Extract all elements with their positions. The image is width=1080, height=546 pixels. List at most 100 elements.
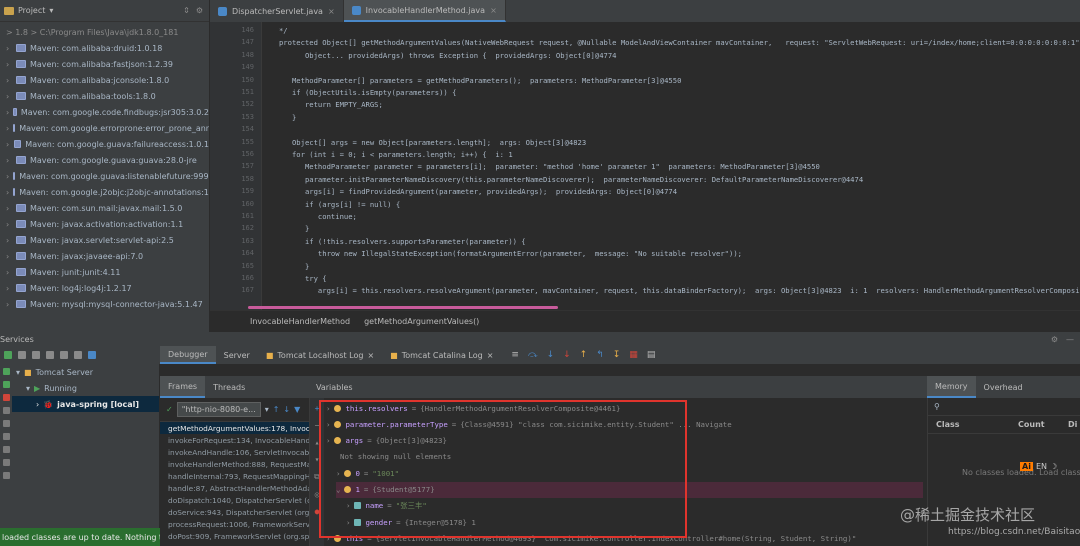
chevron-right-icon[interactable]: › bbox=[6, 252, 12, 261]
frame-item[interactable]: getMethodArgumentValues:178, InvocableH bbox=[160, 422, 309, 434]
tab-tomcat-catalina-log[interactable]: ■ Tomcat Catalina Log × bbox=[382, 346, 501, 364]
list-item[interactable]: > 1.8 > C:\Program Files\Java\jdk1.8.0_1… bbox=[0, 24, 209, 40]
chevron-right-icon[interactable]: › bbox=[6, 236, 12, 245]
project-header[interactable]: Project ▾ ⇕ ⚙ bbox=[0, 0, 209, 22]
step-into-icon[interactable]: ↓ bbox=[547, 350, 555, 360]
minimize-icon[interactable]: — bbox=[1066, 335, 1074, 344]
frame-item[interactable]: invokeHandlerMethod:888, RequestMa bbox=[160, 458, 309, 470]
frame-item[interactable]: processRequest:1006, FrameworkServlet bbox=[160, 518, 309, 530]
horizontal-scrollbar[interactable] bbox=[248, 306, 558, 309]
list-item[interactable]: › Maven: com.sun.mail:javax.mail:1.5.0 bbox=[0, 200, 209, 216]
breadcrumb-method[interactable]: getMethodArgumentValues() bbox=[364, 317, 479, 326]
list-item[interactable]: › Maven: junit:junit:4.11 bbox=[0, 264, 209, 280]
settings-icon[interactable] bbox=[2, 420, 10, 427]
list-item[interactable]: › Maven: javax.servlet:servlet-api:2.5 bbox=[0, 232, 209, 248]
gear-icon[interactable]: ⚙ bbox=[1051, 335, 1058, 344]
tab-memory[interactable]: Memory bbox=[927, 376, 976, 398]
list-item[interactable]: › Maven: javax.activation:activation:1.1 bbox=[0, 216, 209, 232]
run-to-cursor-icon[interactable]: ↧ bbox=[613, 350, 621, 360]
chevron-right-icon[interactable]: › bbox=[6, 140, 10, 149]
list-item[interactable]: › Maven: com.google.guava:failureaccess:1… bbox=[0, 136, 209, 152]
frame-item[interactable]: doDispatch:1040, DispatcherServlet (org bbox=[160, 494, 309, 506]
breadcrumb-class[interactable]: InvocableHandlerMethod bbox=[250, 317, 350, 326]
list-item[interactable]: › Maven: mysql:mysql-connector-java:5.1.4… bbox=[0, 296, 209, 312]
step-over-icon[interactable]: ⤼ bbox=[528, 350, 538, 360]
list-item[interactable]: › Maven: log4j:log4j:1.2.17 bbox=[0, 280, 209, 296]
chevron-right-icon[interactable]: › bbox=[6, 124, 9, 133]
close-icon[interactable]: × bbox=[328, 7, 335, 16]
chevron-right-icon[interactable]: › bbox=[36, 400, 39, 409]
chevron-right-icon[interactable]: › bbox=[6, 188, 9, 197]
list-item[interactable]: › Maven: com.google.guava:listenablefutur… bbox=[0, 168, 209, 184]
chevron-right-icon[interactable]: › bbox=[6, 204, 12, 213]
tab-tomcat-localhost-log[interactable]: ■ Tomcat Localhost Log × bbox=[258, 346, 382, 364]
list-item[interactable]: › Maven: com.alibaba:druid:1.0.18 bbox=[0, 40, 209, 56]
arrow-up-icon[interactable]: ↑ bbox=[273, 405, 280, 414]
tab-debugger[interactable]: Debugger bbox=[160, 346, 216, 364]
add-icon[interactable] bbox=[88, 351, 96, 359]
pin-tab-icon[interactable] bbox=[2, 472, 10, 479]
close-icon[interactable]: × bbox=[487, 351, 494, 360]
chevron-right-icon[interactable]: › bbox=[6, 300, 12, 309]
list-icon[interactable]: ≡ bbox=[511, 350, 519, 360]
evaluate-icon[interactable]: ▦ bbox=[629, 350, 638, 360]
pin-icon[interactable] bbox=[2, 433, 10, 440]
collapse-icon[interactable]: ⇕ bbox=[183, 6, 190, 15]
column-count[interactable]: Count bbox=[1018, 420, 1068, 429]
chevron-down-icon[interactable]: ▾ bbox=[49, 6, 53, 15]
chevron-down-icon[interactable]: ▾ bbox=[265, 405, 269, 414]
filter-icon[interactable]: ▼ bbox=[294, 405, 300, 414]
layout-icon[interactable] bbox=[2, 459, 10, 466]
group-icon[interactable] bbox=[46, 351, 54, 359]
chevron-right-icon[interactable]: › bbox=[6, 284, 12, 293]
filter-icon[interactable] bbox=[60, 351, 68, 359]
frame-item[interactable]: handle:87, AbstractHandlerMethodAdap bbox=[160, 482, 309, 494]
list-item[interactable]: › Maven: com.google.code.findbugs:jsr305:… bbox=[0, 104, 209, 120]
force-step-into-icon[interactable]: ↓ bbox=[563, 350, 571, 360]
tab-frames[interactable]: Frames bbox=[160, 376, 206, 398]
tab-threads[interactable]: Threads bbox=[205, 376, 253, 398]
list-item[interactable]: › Maven: com.google.guava:guava:28.0-jre bbox=[0, 152, 209, 168]
chevron-right-icon[interactable]: › bbox=[6, 172, 9, 181]
column-class[interactable]: Class bbox=[928, 420, 1018, 429]
tab-invocable-handler-method[interactable]: InvocableHandlerMethod.java × bbox=[343, 0, 506, 22]
chevron-right-icon[interactable]: › bbox=[6, 44, 12, 53]
frame-item[interactable]: handleInternal:793, RequestMappingHa bbox=[160, 470, 309, 482]
collapse-icon[interactable] bbox=[32, 351, 40, 359]
debug-icon[interactable] bbox=[2, 381, 10, 388]
drop-frame-icon[interactable]: ↰ bbox=[596, 350, 604, 360]
close-icon[interactable]: × bbox=[490, 6, 497, 15]
frame-item[interactable]: doService:943, DispatcherServlet (org.sp bbox=[160, 506, 309, 518]
list-item[interactable]: › Maven: com.alibaba:tools:1.8.0 bbox=[0, 88, 209, 104]
list-item[interactable]: › Maven: com.google.errorprone:error_pron… bbox=[0, 120, 209, 136]
list-item[interactable]: › Maven: com.alibaba:jconsole:1.8.0 bbox=[0, 72, 209, 88]
step-out-icon[interactable]: ↑ bbox=[580, 350, 588, 360]
list-item[interactable]: › Maven: javax:javaee-api:7.0 bbox=[0, 248, 209, 264]
camera-icon[interactable] bbox=[2, 446, 10, 453]
list-item[interactable]: › Maven: com.alibaba:fastjson:1.2.39 bbox=[0, 56, 209, 72]
stop-icon[interactable] bbox=[2, 394, 10, 401]
expand-icon[interactable] bbox=[18, 351, 26, 359]
code-editor[interactable]: 146 147 148 149 150 151 152 153 154 155 156 157 158 1… bbox=[210, 22, 1080, 310]
memory-search[interactable]: ⚲ bbox=[928, 398, 1080, 416]
arrow-down-icon[interactable]: ↓ bbox=[283, 405, 290, 414]
tab-server[interactable]: Server bbox=[216, 346, 258, 364]
chevron-right-icon[interactable]: › bbox=[6, 60, 12, 69]
deploy-icon[interactable] bbox=[2, 407, 10, 414]
frame-item[interactable]: doPost:909, FrameworkServlet (org.spri bbox=[160, 530, 309, 542]
more-icon[interactable]: ▤ bbox=[647, 350, 656, 360]
chevron-right-icon[interactable]: › bbox=[6, 268, 12, 277]
thread-select[interactable]: "http-nio-8080-e... bbox=[176, 402, 261, 417]
tab-overhead[interactable]: Overhead bbox=[976, 376, 1031, 398]
tree-node-running[interactable]: ▾ ▶ Running bbox=[12, 380, 159, 396]
chevron-right-icon[interactable]: › bbox=[6, 76, 12, 85]
open-icon[interactable] bbox=[74, 351, 82, 359]
chevron-right-icon[interactable]: › bbox=[6, 92, 12, 101]
column-diff[interactable]: Di bbox=[1068, 420, 1077, 429]
close-icon[interactable]: × bbox=[367, 351, 374, 360]
tab-dispatcher-servlet[interactable]: DispatcherServlet.java × bbox=[210, 0, 344, 22]
chevron-right-icon[interactable]: › bbox=[6, 156, 12, 165]
frame-item[interactable]: invokeForRequest:134, InvocableHandle bbox=[160, 434, 309, 446]
frame-item[interactable]: invokeAndHandle:106, ServletInvocable bbox=[160, 446, 309, 458]
chevron-down-icon[interactable]: ▾ bbox=[16, 368, 20, 377]
